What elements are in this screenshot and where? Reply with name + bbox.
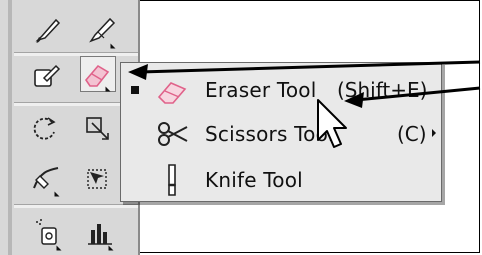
panel-divider — [14, 204, 138, 208]
menu-item-label: Scissors Tool — [205, 122, 334, 146]
free-transform-icon — [87, 169, 107, 189]
submenu-arrow-icon — [432, 129, 436, 137]
eraser-tool[interactable] — [80, 56, 116, 92]
blob-brush-tool[interactable] — [84, 12, 120, 49]
menu-item-shortcut: (C) — [397, 122, 427, 146]
shaper-icon — [34, 64, 61, 87]
selected-indicator-icon — [131, 86, 139, 94]
free-transform-tool[interactable] — [80, 160, 116, 196]
scale-tool[interactable] — [80, 110, 116, 146]
shaper-tool[interactable] — [28, 58, 64, 94]
flyout-indicator-icon — [105, 81, 111, 92]
eraser-icon — [157, 82, 187, 104]
menu-item-eraser-tool[interactable]: Eraser Tool (Shift+E) — [121, 69, 441, 111]
paintbrush-icon — [35, 18, 61, 43]
rotate-tool[interactable] — [28, 110, 64, 146]
tools-panel — [0, 0, 140, 255]
width-tool[interactable] — [28, 160, 64, 197]
flyout-indicator-icon — [56, 240, 62, 251]
paintbrush-tool[interactable] — [30, 12, 66, 48]
menu-item-scissors-tool[interactable]: Scissors Tool (C) — [121, 113, 441, 155]
eraser-flyout-menu: Eraser Tool (Shift+E) Scissors Tool (C) … — [120, 62, 442, 202]
panel-divider — [14, 52, 138, 56]
symbol-sprayer-tool[interactable] — [30, 214, 66, 251]
flyout-indicator-icon — [108, 240, 114, 251]
flyout-indicator-icon — [54, 186, 60, 197]
menu-item-label: Eraser Tool — [205, 78, 317, 102]
scale-icon — [86, 117, 109, 140]
knife-icon — [168, 164, 176, 196]
panel-edge — [8, 0, 12, 255]
menu-item-knife-tool[interactable]: Knife Tool — [121, 159, 441, 201]
column-graph-tool[interactable] — [82, 214, 118, 251]
menu-item-label: Knife Tool — [205, 168, 303, 192]
rotate-icon — [33, 117, 56, 140]
scissors-icon — [158, 122, 188, 146]
menu-item-shortcut: (Shift+E) — [337, 78, 428, 102]
flyout-indicator-icon — [110, 38, 116, 49]
